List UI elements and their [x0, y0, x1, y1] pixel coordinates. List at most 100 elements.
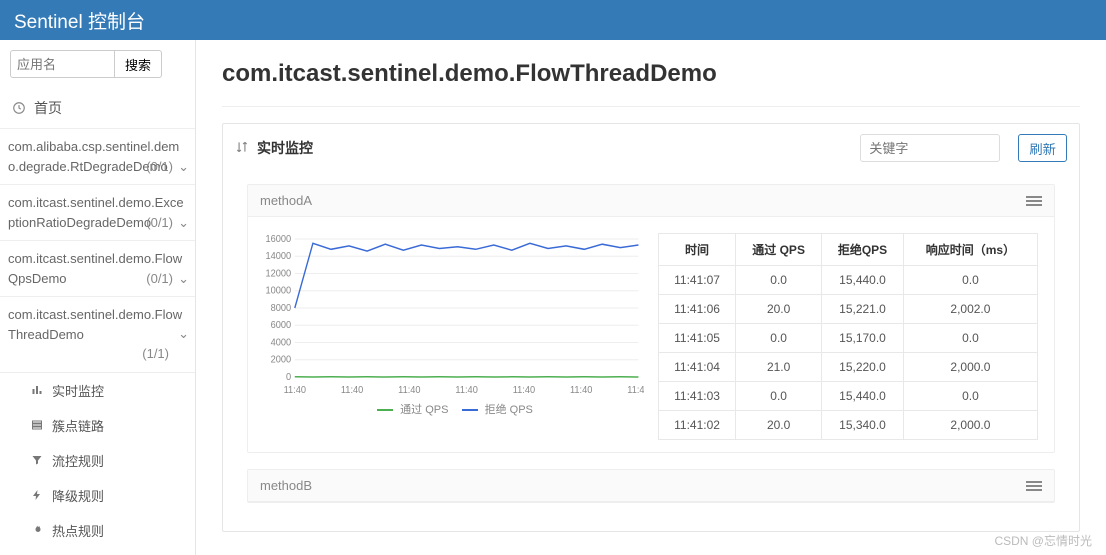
table-cell: 15,340.0 [822, 411, 904, 440]
page-title: com.itcast.sentinel.demo.FlowThreadDemo [222, 60, 1080, 88]
submenu-cluster[interactable]: 簇点链路 [0, 408, 195, 443]
table-cell: 15,220.0 [822, 353, 904, 382]
table-cell: 11:41:04 [659, 353, 736, 382]
svg-text:11:40: 11:40 [570, 385, 592, 396]
table-cell: 11:41:07 [659, 266, 736, 295]
svg-text:4000: 4000 [271, 337, 292, 348]
menu-icon[interactable] [1026, 481, 1042, 491]
table-cell: 0.0 [736, 382, 822, 411]
table-row: 11:41:0620.015,221.02,002.0 [659, 295, 1038, 324]
legend-swatch-reject [462, 409, 478, 411]
table-cell: 15,440.0 [822, 382, 904, 411]
table-row: 11:41:050.015,170.00.0 [659, 324, 1038, 353]
data-table-wrap: 时间通过 QPS拒绝QPS响应时间（ms）11:41:070.015,440.0… [658, 233, 1038, 440]
submenu-realtime[interactable]: 实时监控 [0, 373, 195, 408]
app-name: com.itcast.sentinel.demo.FlowThreadDemo [8, 307, 182, 342]
table-header-cell: 通过 QPS [736, 234, 822, 266]
svg-text:11:40: 11:40 [341, 385, 363, 396]
method-card-b: methodB [247, 469, 1055, 503]
app-count: (1/1) [8, 344, 187, 364]
submenu-label: 降级规则 [52, 486, 104, 505]
table-header-cell: 响应时间（ms） [903, 234, 1037, 266]
menu-icon[interactable] [1026, 196, 1042, 206]
sidebar-app-item[interactable]: com.itcast.sentinel.demo.ExceptionRatioD… [0, 185, 195, 241]
sidebar-app-item[interactable]: com.alibaba.csp.sentinel.demo.degrade.Rt… [0, 129, 195, 185]
app-count: (0/1) [146, 269, 173, 289]
method-name: methodA [260, 193, 312, 208]
nav-home[interactable]: 首页 [0, 88, 195, 129]
chevron-down-icon: ⌄ [178, 213, 189, 233]
data-table: 时间通过 QPS拒绝QPS响应时间（ms）11:41:070.015,440.0… [658, 233, 1038, 440]
method-header: methodB [248, 470, 1054, 502]
submenu-hotspot[interactable]: 热点规则 [0, 513, 195, 548]
filter-icon [30, 453, 44, 467]
nav-home-label: 首页 [34, 98, 62, 118]
svg-text:12000: 12000 [265, 268, 291, 279]
svg-text:11:41: 11:41 [627, 385, 644, 396]
realtime-panel: 实时监控 刷新 methodA 0200040006000800010 [222, 123, 1080, 532]
table-header-cell: 拒绝QPS [822, 234, 904, 266]
submenu-flow[interactable]: 流控规则 [0, 443, 195, 478]
table-cell: 11:41:02 [659, 411, 736, 440]
svg-text:11:40: 11:40 [398, 385, 420, 396]
table-row: 11:41:070.015,440.00.0 [659, 266, 1038, 295]
table-row: 11:41:030.015,440.00.0 [659, 382, 1038, 411]
app-count: (0/1) [146, 213, 173, 233]
submenu-label: 簇点链路 [52, 416, 104, 435]
table-cell: 11:41:03 [659, 382, 736, 411]
table-cell: 2,002.0 [903, 295, 1037, 324]
table-cell: 0.0 [736, 324, 822, 353]
bar-chart-icon [30, 383, 44, 397]
chevron-down-icon: ⌄ [178, 269, 189, 289]
chart-area: 0 2000 4000 6000 8000 10000 12000 14000 16000 11:… [256, 233, 644, 440]
method-card-a: methodA 0 2000 4000 6000 8000 10000 12000 14000… [247, 184, 1055, 453]
list-icon [30, 418, 44, 432]
table-cell: 11:41:05 [659, 324, 736, 353]
sidebar: 搜索 首页 com.alibaba.csp.sentinel.demo.degr… [0, 40, 196, 555]
table-header-cell: 时间 [659, 234, 736, 266]
divider [222, 106, 1080, 107]
svg-text:0: 0 [286, 372, 291, 383]
keyword-input[interactable] [860, 134, 1000, 162]
svg-text:2000: 2000 [271, 354, 292, 365]
svg-text:8000: 8000 [271, 303, 292, 314]
svg-text:11:40: 11:40 [513, 385, 535, 396]
table-cell: 2,000.0 [903, 411, 1037, 440]
submenu-degrade[interactable]: 降级规则 [0, 478, 195, 513]
brand-title: Sentinel 控制台 [14, 7, 145, 34]
submenu-label: 流控规则 [52, 451, 104, 470]
svg-text:16000: 16000 [265, 234, 291, 245]
legend-swatch-pass [377, 409, 393, 411]
table-cell: 0.0 [903, 324, 1037, 353]
panel-body: methodA 0 2000 4000 6000 8000 10000 12000 14000… [223, 172, 1079, 531]
search-button[interactable]: 搜索 [115, 50, 162, 78]
table-cell: 0.0 [903, 382, 1037, 411]
fire-icon [30, 523, 44, 537]
chart-legend: 通过 QPS 拒绝 QPS [256, 397, 644, 417]
chevron-down-icon: ⌄ [178, 324, 189, 344]
method-header: methodA [248, 185, 1054, 217]
line-chart: 0 2000 4000 6000 8000 10000 12000 14000 16000 11:… [256, 233, 644, 397]
main-content: com.itcast.sentinel.demo.FlowThreadDemo … [196, 40, 1106, 555]
app-search-input[interactable] [10, 50, 115, 78]
submenu-label: 实时监控 [52, 381, 104, 400]
table-cell: 0.0 [903, 266, 1037, 295]
table-cell: 0.0 [736, 266, 822, 295]
table-cell: 20.0 [736, 411, 822, 440]
svg-text:6000: 6000 [271, 320, 292, 331]
bolt-icon [30, 488, 44, 502]
submenu-label: 热点规则 [52, 521, 104, 540]
table-cell: 15,440.0 [822, 266, 904, 295]
app-count: (0/1) [146, 157, 173, 177]
table-cell: 11:41:06 [659, 295, 736, 324]
clock-icon [12, 101, 26, 115]
table-cell: 15,221.0 [822, 295, 904, 324]
sort-icon [235, 140, 249, 157]
panel-header: 实时监控 刷新 [223, 124, 1079, 172]
svg-text:11:40: 11:40 [455, 385, 477, 396]
sidebar-app-item-active[interactable]: com.itcast.sentinel.demo.FlowThreadDemo … [0, 297, 195, 373]
svg-text:14000: 14000 [265, 251, 291, 262]
sidebar-app-item[interactable]: com.itcast.sentinel.demo.FlowQpsDemo (0/… [0, 241, 195, 297]
svg-text:10000: 10000 [265, 285, 291, 296]
refresh-button[interactable]: 刷新 [1018, 134, 1067, 162]
